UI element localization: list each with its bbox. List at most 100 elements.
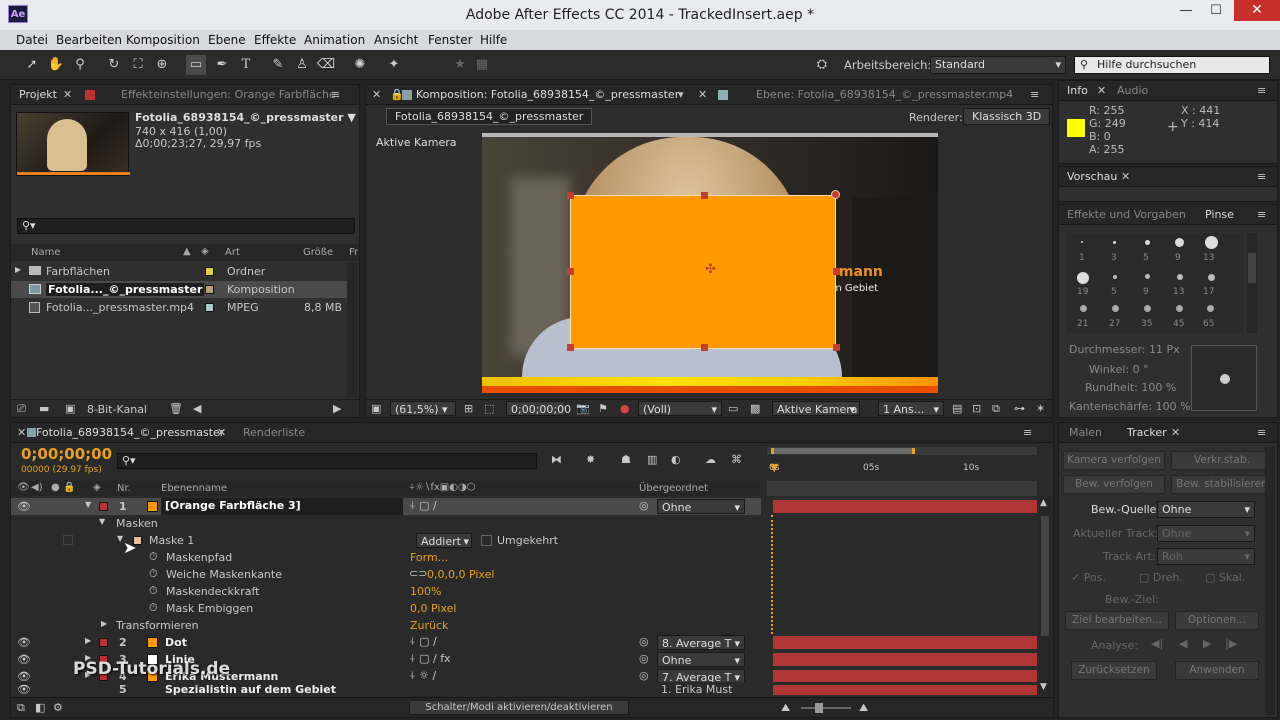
chevron-down-icon[interactable]: ▾: [678, 88, 684, 101]
expand-arrow-icon[interactable]: ▼: [99, 517, 105, 526]
fast-previews-icon[interactable]: ⊡: [972, 402, 981, 415]
brush-preset[interactable]: [1145, 274, 1150, 279]
menu-animation[interactable]: Animation: [304, 33, 365, 47]
eye-icon[interactable]: 👁: [17, 636, 31, 649]
expand-arrow-icon[interactable]: ▶: [85, 636, 91, 645]
layer-duration-bar[interactable]: [773, 670, 1037, 682]
tab-effects-presets[interactable]: Effekte und Vorgaben: [1067, 208, 1186, 221]
mask-property-row[interactable]: ⏱ Maskendeckkraft 100%: [11, 583, 761, 600]
timeline-search-input[interactable]: ⚲▾: [117, 453, 537, 469]
flowchart-icon[interactable]: ⊶: [1014, 402, 1025, 415]
panel-menu-icon[interactable]: ≡: [1023, 426, 1032, 439]
eraser-tool-icon[interactable]: ⌫: [316, 55, 336, 75]
maximize-button[interactable]: ☐: [1200, 0, 1232, 22]
eye-icon[interactable]: 👁: [17, 500, 31, 513]
mask-property-row[interactable]: ⏱ Weiche Maskenkante ⊂⊃ 0,0,0,0 Pixel: [11, 566, 761, 583]
layer-switches[interactable]: ⍭ ▢ ∕: [409, 499, 437, 513]
label-color-swatch[interactable]: [205, 303, 214, 312]
mask-name[interactable]: Maske 1: [149, 534, 194, 547]
tab-preview[interactable]: Vorschau: [1067, 170, 1117, 183]
mask-lock-box[interactable]: [63, 535, 73, 545]
menu-hilfe[interactable]: Hilfe: [480, 33, 507, 47]
warp-stabilizer-button[interactable]: Verkr.stab.: [1171, 451, 1273, 470]
eye-icon[interactable]: 👁: [17, 685, 31, 695]
project-search-input[interactable]: ⚲▾: [17, 218, 355, 234]
mask-vertex-handle[interactable]: [567, 344, 574, 351]
close-icon[interactable]: ✕: [17, 426, 26, 439]
mask-property-row[interactable]: ⏱ Mask Embiggen 0,0 Pixel: [11, 600, 761, 617]
hand-tool-icon[interactable]: ✋: [46, 55, 66, 75]
menu-fenster[interactable]: Fenster: [428, 33, 473, 47]
expand-arrow-icon[interactable]: ▼: [85, 500, 91, 509]
parent-dropdown[interactable]: 7. Average T ▾: [657, 669, 745, 682]
layer-duration-bar[interactable]: [773, 636, 1037, 649]
scroll-down-icon[interactable]: ▼: [1040, 682, 1047, 692]
exposure-icon[interactable]: ✶: [1036, 402, 1045, 415]
brush-preset[interactable]: [1205, 236, 1218, 249]
tab-timeline-comp[interactable]: Fotolia_68938154_©_pressmaster: [36, 426, 224, 439]
show-snapshot-icon[interactable]: ⚑: [598, 402, 608, 415]
zoom-dropdown[interactable]: (61,5%) ▾: [390, 401, 456, 416]
mask-vertex-handle[interactable]: [833, 344, 840, 351]
position-checkbox[interactable]: ✓ Pos.: [1071, 571, 1106, 584]
parent-value[interactable]: 1. Erika Must: [661, 685, 732, 695]
zoom-in-icon[interactable]: ⛰: [859, 701, 868, 715]
stopwatch-icon[interactable]: ⏱: [149, 550, 158, 564]
current-track-dropdown[interactable]: Ohne ▾: [1157, 525, 1255, 542]
timeline-icon[interactable]: ⧉: [992, 402, 1000, 416]
selection-tool-icon[interactable]: ➚: [22, 55, 42, 75]
stabilize-motion-button[interactable]: Bew. stabilisieren: [1171, 475, 1273, 494]
views-dropdown[interactable]: 1 Ans... ▾: [878, 401, 944, 416]
layer-toggle-icon[interactable]: ◧: [35, 701, 45, 714]
track-motion-button[interactable]: Bew. verfolgen: [1063, 475, 1165, 494]
brush-preset[interactable]: [1145, 240, 1150, 245]
brush-preset[interactable]: [1177, 274, 1183, 280]
panel-menu-icon[interactable]: ≡: [331, 88, 340, 101]
draft-3d-icon[interactable]: ✸: [586, 453, 595, 466]
analyze-forward-icon[interactable]: ▶: [1203, 637, 1211, 650]
label-color-swatch[interactable]: [99, 638, 108, 647]
link-icon[interactable]: ⊂⊃: [409, 567, 427, 580]
close-icon[interactable]: ✕: [217, 426, 226, 439]
expand-arrow-icon[interactable]: ▶: [101, 619, 107, 628]
mask-vertex-handle[interactable]: [701, 192, 708, 199]
scroll-thumb[interactable]: [1248, 253, 1256, 283]
mask-visibility-icon[interactable]: ⬚: [484, 402, 494, 415]
close-icon[interactable]: ✕: [1097, 84, 1106, 97]
pan-behind-tool-icon[interactable]: ⊕: [152, 55, 172, 75]
orange-solid-mask[interactable]: ✣: [567, 190, 840, 351]
mask-mode-dropdown[interactable]: Addiert ▾: [416, 533, 472, 548]
transform-reset[interactable]: Zurück: [410, 619, 448, 632]
interpret-footage-icon[interactable]: ⎚: [17, 402, 26, 416]
scale-checkbox[interactable]: ▢ Skal.: [1205, 571, 1245, 584]
col-name[interactable]: Name: [31, 247, 61, 258]
camera-tool-icon[interactable]: ⛶: [128, 55, 148, 75]
scroll-left-icon[interactable]: ◀: [193, 402, 201, 415]
stopwatch-icon[interactable]: ⏱: [149, 601, 158, 615]
parent-dropdown[interactable]: 8. Average T ▾: [657, 635, 745, 650]
tab-layer[interactable]: Ebene: Fotolia_68938154_©_pressmaster.mp…: [756, 88, 1013, 101]
eye-icon[interactable]: 👁: [17, 653, 31, 666]
tab-effekteinstellungen[interactable]: Effekteinstellungen: Orange Farbfläche: [121, 88, 336, 101]
zoom-slider-thumb[interactable]: [815, 703, 823, 713]
rotation-checkbox[interactable]: ▢ Dreh.: [1139, 571, 1183, 584]
mask-vertex-handle[interactable]: [833, 268, 840, 275]
renderer-button[interactable]: Klassisch 3D: [963, 108, 1051, 125]
mask-vertex-handle[interactable]: [701, 344, 708, 351]
layer-name[interactable]: Dot: [165, 636, 187, 649]
layer-name[interactable]: Spezialistin auf dem Gebiet: [165, 685, 336, 695]
roto-brush-tool-icon[interactable]: ✺: [350, 55, 370, 75]
stopwatch-icon[interactable]: ⏱: [149, 584, 158, 598]
shy-layers-icon[interactable]: ☗: [621, 453, 631, 466]
snapshot-camera-icon[interactable]: 📷: [576, 402, 590, 415]
close-icon[interactable]: ✕: [698, 88, 707, 101]
tab-projekt[interactable]: Projekt: [19, 88, 57, 101]
brush-tool-icon[interactable]: ✎: [268, 55, 288, 75]
layer-row[interactable]: 👁 5 Spezialistin auf dem Gebiet 1. Erika…: [11, 685, 761, 695]
brush-preset[interactable]: [1113, 275, 1117, 279]
close-icon[interactable]: ✕: [372, 88, 381, 101]
work-area-range[interactable]: [771, 448, 915, 454]
transform-group-row[interactable]: ▶ Transformieren Zurück: [11, 617, 761, 634]
col-type[interactable]: Art: [225, 247, 240, 258]
transparency-grid-icon[interactable]: ▩: [750, 402, 760, 415]
